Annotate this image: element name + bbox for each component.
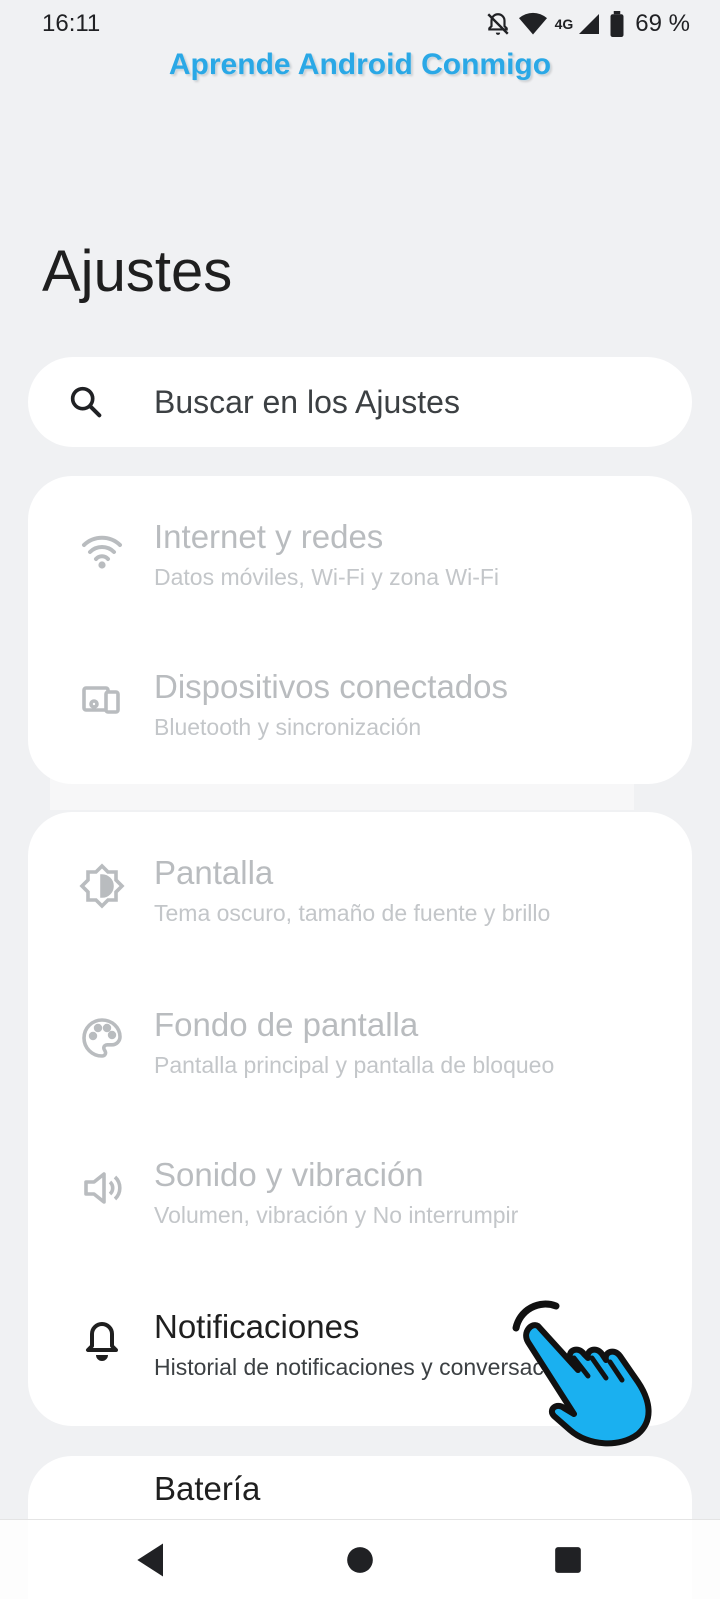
- settings-screen: 16:11 4G 69 % Aprende Android Conmigo Aj…: [0, 0, 720, 1599]
- item-subtitle: Bluetooth y sincronización: [154, 714, 422, 740]
- watermark: Aprende Android Conmigo: [168, 48, 552, 81]
- item-title: Notificaciones: [154, 1308, 360, 1345]
- volume-icon: [78, 1164, 126, 1212]
- status-bar: 16:11 4G 69 %: [0, 0, 720, 50]
- settings-item-wallpaper[interactable]: Fondo de pantalla Pantalla principal y p…: [28, 964, 692, 1114]
- palette-icon: [78, 1014, 126, 1062]
- page-title: Ajustes: [42, 239, 233, 304]
- search-bar[interactable]: Buscar en los Ajustes: [28, 357, 692, 447]
- status-icons: 4G 69 %: [485, 10, 690, 38]
- back-icon[interactable]: [130, 1538, 174, 1582]
- settings-item-connected-devices[interactable]: Dispositivos conectados Bluetooth y sinc…: [28, 626, 692, 776]
- item-subtitle: Datos móviles, Wi-Fi y zona Wi-Fi: [154, 564, 500, 590]
- bell-off-icon: [485, 11, 511, 37]
- network-type: 4G: [554, 16, 574, 32]
- search-placeholder: Buscar en los Ajustes: [154, 384, 460, 420]
- wifi-icon: [78, 526, 126, 574]
- settings-item-sound[interactable]: Sonido y vibración Volumen, vibración y …: [28, 1114, 692, 1264]
- wifi-icon: [518, 12, 547, 36]
- item-title: Sonido y vibración: [154, 1156, 424, 1193]
- item-subtitle: Pantalla principal y pantalla de bloqueo: [154, 1052, 555, 1078]
- battery-icon: [609, 11, 625, 37]
- battery-percentage: 69 %: [635, 10, 690, 37]
- item-title: Pantalla: [154, 854, 274, 891]
- item-title: Batería: [154, 1470, 261, 1507]
- settings-card-connectivity: Internet y redes Datos móviles, Wi-Fi y …: [28, 476, 692, 784]
- signal-icon: [577, 12, 601, 36]
- navigation-bar: [0, 1519, 720, 1599]
- bell-icon: [78, 1316, 126, 1364]
- tap-hand-pointer: [508, 1298, 684, 1448]
- settings-item-internet[interactable]: Internet y redes Datos móviles, Wi-Fi y …: [28, 476, 692, 626]
- devices-icon: [78, 676, 126, 724]
- item-title: Fondo de pantalla: [154, 1006, 419, 1043]
- item-subtitle: Tema oscuro, tamaño de fuente y brillo: [154, 900, 551, 926]
- brightness-icon: [78, 862, 126, 910]
- recents-icon[interactable]: [546, 1538, 590, 1582]
- item-title: Internet y redes: [154, 518, 384, 555]
- home-icon[interactable]: [338, 1538, 382, 1582]
- item-title: Dispositivos conectados: [154, 668, 509, 705]
- search-icon: [66, 382, 106, 422]
- status-time: 16:11: [42, 10, 101, 37]
- item-subtitle: Volumen, vibración y No interrumpir: [154, 1202, 519, 1228]
- settings-item-display[interactable]: Pantalla Tema oscuro, tamaño de fuente y…: [28, 812, 692, 962]
